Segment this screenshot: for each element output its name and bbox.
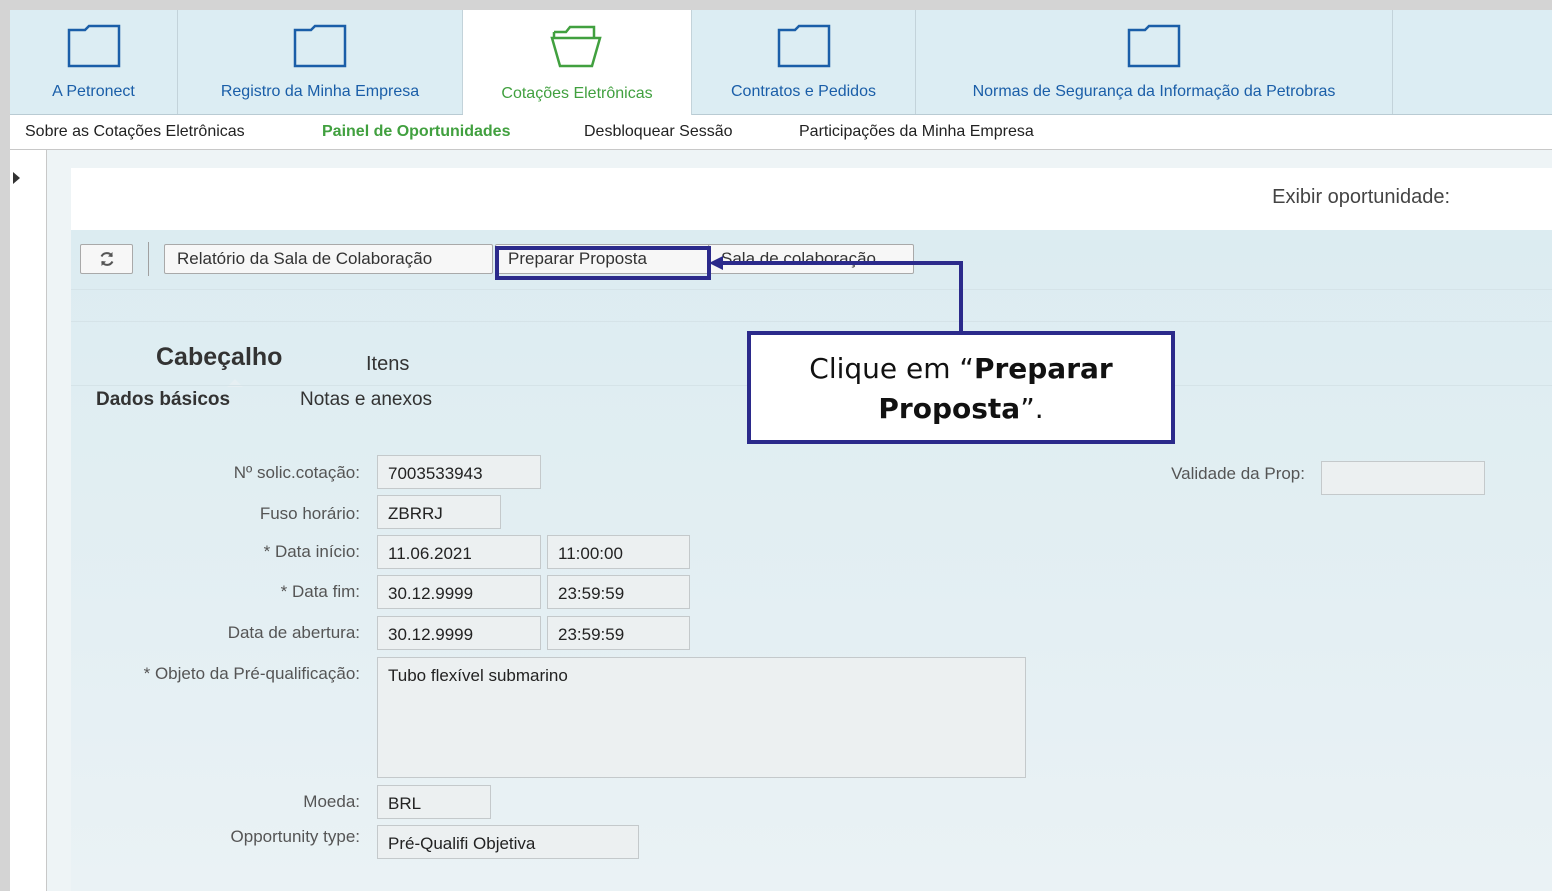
tab-a-petronect[interactable]: A Petronect (10, 10, 178, 114)
validity-label: Validade da Prop: (1171, 464, 1305, 483)
tab-label: Contratos e Pedidos (731, 83, 876, 100)
prepare-proposal-button[interactable]: Preparar Proposta (495, 244, 711, 274)
subnav-participacoes[interactable]: Participações da Minha Empresa (799, 123, 1034, 141)
end-time-field[interactable]: 23:59:59 (547, 575, 690, 609)
subnav-painel-oportunidades[interactable]: Painel de Oportunidades (322, 123, 510, 141)
timezone-label: Fuso horário: (259, 504, 360, 523)
end-date-field[interactable]: 30.12.9999 (377, 575, 541, 609)
end-date-label-text: Data fim: (291, 582, 360, 601)
instruction-callout: Clique em “Preparar Proposta”. (747, 331, 1175, 444)
opportunity-type-label: Opportunity type: (230, 827, 360, 846)
app-window: A Petronect Registro da Minha Empresa Co… (10, 10, 1552, 891)
sub-navigation: Sobre as Cotações Eletrônicas Painel de … (10, 115, 1552, 150)
rfq-number-label: Nº solic.cotação: (233, 463, 360, 482)
expand-arrow-icon[interactable] (13, 172, 20, 184)
tab-registro-empresa[interactable]: Registro da Minha Empresa (178, 10, 463, 114)
tab-label: Cotações Eletrônicas (501, 85, 653, 102)
folder-icon (67, 24, 120, 68)
end-date-label: * Data fim: (281, 582, 360, 602)
tab-label: A Petronect (52, 83, 135, 100)
subnav-desbloquear-sessao[interactable]: Desbloquear Sessão (584, 123, 733, 141)
callout-arrow-icon (709, 256, 723, 270)
start-date-label-text: Data início: (274, 542, 360, 561)
divider (71, 321, 1552, 322)
start-date-label: * Data início: (264, 542, 360, 562)
required-mark: * (280, 582, 288, 601)
required-mark: * (263, 542, 271, 561)
refresh-icon (100, 252, 113, 266)
toolbar-separator (148, 242, 149, 276)
opening-date-field[interactable]: 30.12.9999 (377, 616, 541, 650)
opening-time-field[interactable]: 23:59:59 (547, 616, 690, 650)
currency-label: Moeda: (303, 792, 360, 811)
page-title: Exibir oportunidade: (1272, 186, 1450, 208)
subtab-dados-basicos[interactable]: Dados básicos (96, 389, 230, 411)
main-tab-bar: A Petronect Registro da Minha Empresa Co… (10, 10, 1552, 115)
panel-body: Relatório da Sala de Colaboração Prepara… (71, 230, 1552, 891)
refresh-button[interactable] (80, 244, 133, 274)
tab-label: Normas de Segurança da Informação da Pet… (972, 83, 1336, 100)
folder-icon (1127, 24, 1181, 68)
currency-field[interactable]: BRL (377, 785, 491, 819)
subtab-notas-anexos[interactable]: Notas e anexos (300, 389, 432, 411)
callout-text-pre: Clique em “ (809, 352, 974, 385)
tab-itens[interactable]: Itens (366, 353, 409, 376)
collab-room-button[interactable]: Sala de colaboração (708, 244, 914, 274)
tab-label: Registro da Minha Empresa (220, 83, 420, 100)
tab-cotacoes-eletronicas[interactable]: Cotações Eletrônicas (463, 10, 692, 115)
timezone-field[interactable]: ZBRRJ (377, 495, 501, 529)
report-collab-room-button[interactable]: Relatório da Sala de Colaboração (164, 244, 493, 274)
subnav-sobre-cotacoes[interactable]: Sobre as Cotações Eletrônicas (25, 123, 245, 141)
divider (71, 289, 1552, 290)
start-date-field[interactable]: 11.06.2021 (377, 535, 541, 569)
required-mark: * (143, 664, 151, 683)
opening-date-label: Data de abertura: (227, 623, 360, 642)
callout-connector (722, 261, 963, 265)
callout-text-post: ”. (1020, 392, 1044, 425)
panel-header: Exibir oportunidade: (71, 168, 1552, 230)
object-textarea[interactable]: Tubo flexível submarino (377, 657, 1026, 778)
validity-field[interactable] (1321, 461, 1485, 495)
opportunity-type-field[interactable]: Pré-Qualifi Objetiva (377, 825, 639, 859)
object-label-text: Objeto da Pré-qualificação: (154, 664, 360, 683)
folder-icon (293, 24, 347, 68)
tab-cabecalho[interactable]: Cabeçalho (156, 343, 282, 372)
folder-open-icon (550, 25, 602, 68)
folder-icon (777, 24, 830, 68)
callout-connector (959, 261, 963, 333)
tab-contratos-pedidos[interactable]: Contratos e Pedidos (692, 10, 916, 114)
rfq-number-field[interactable]: 7003533943 (377, 455, 541, 489)
object-label: * Objeto da Pré-qualificação: (144, 664, 360, 684)
left-rail (10, 150, 47, 891)
start-time-field[interactable]: 11:00:00 (547, 535, 690, 569)
tab-normas-seguranca[interactable]: Normas de Segurança da Informação da Pet… (916, 10, 1393, 114)
